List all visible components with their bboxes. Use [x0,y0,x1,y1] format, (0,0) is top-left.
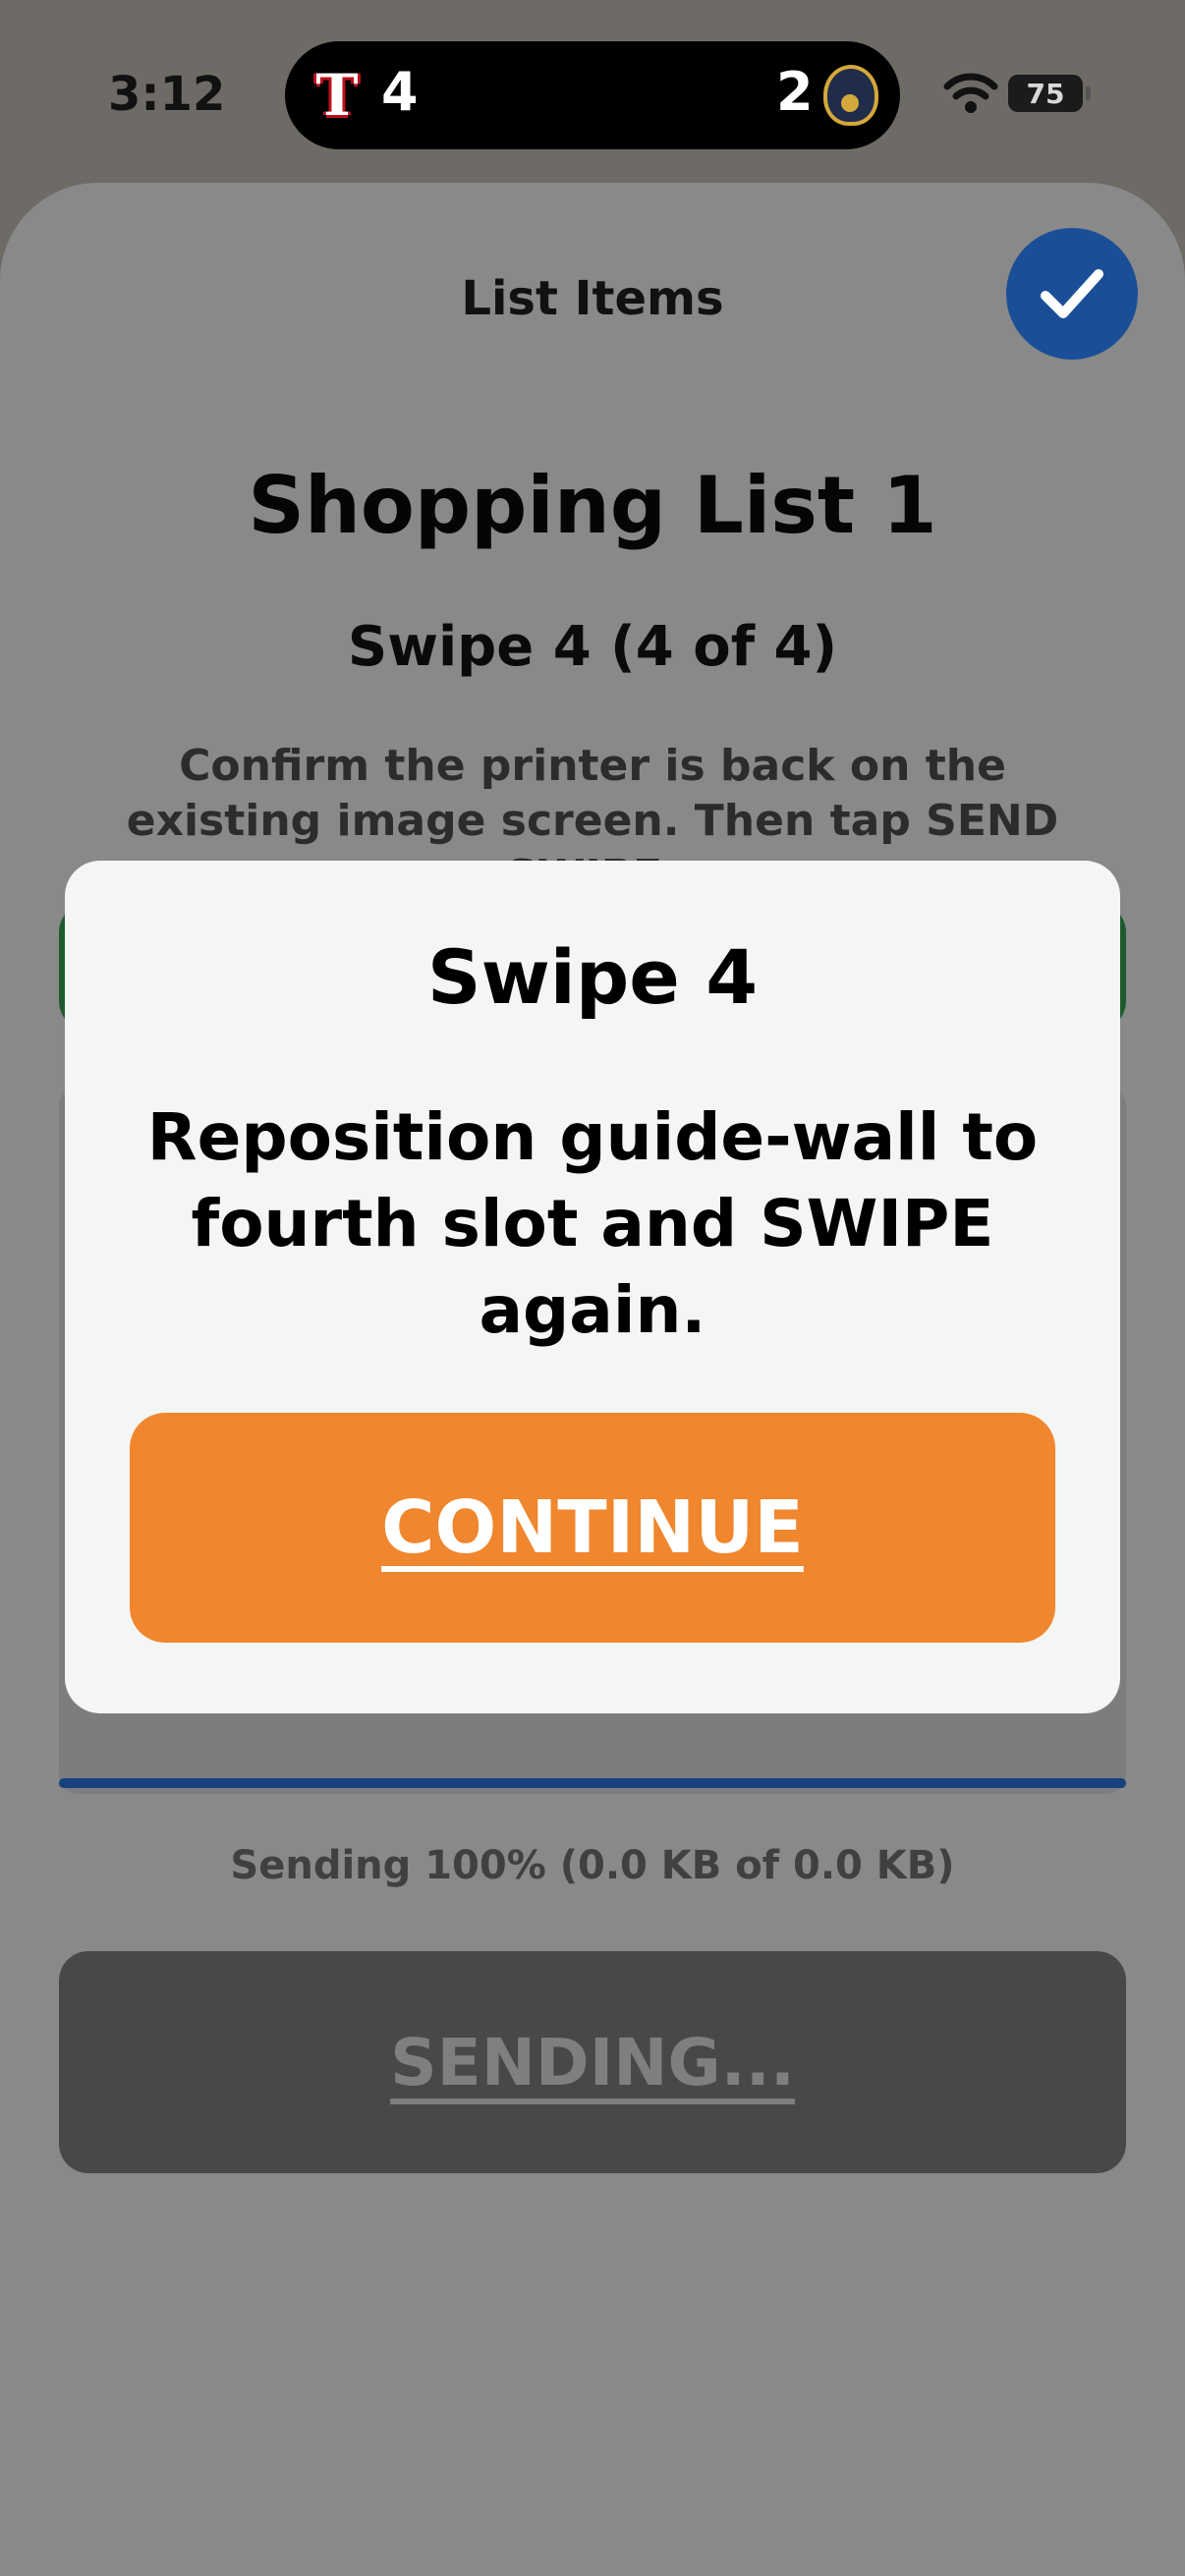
dialog-message: Reposition guide-wall to fourth slot and… [146,1099,1039,1348]
checkmark-icon [1041,269,1103,318]
away-score: 2 [776,61,814,123]
brewers-glove-logo-icon [823,65,878,126]
list-name: Shopping List 1 [248,460,937,551]
battery-indicator: 75 [1008,75,1091,112]
swipe-alert-dialog: Swipe 4 Reposition guide-wall to fourth … [65,861,1120,1713]
home-score: 4 [381,61,419,123]
sending-status: Sending 100% (0.0 KB of 0.0 KB) [230,1843,955,1888]
wifi-icon [943,73,998,113]
rangers-t-logo-icon: T [315,62,359,129]
dialog-title: Swipe 4 [426,933,759,1021]
progress-fill [59,1778,1126,1788]
continue-button[interactable]: CONTINUE [130,1413,1055,1643]
done-button[interactable] [1006,228,1138,360]
live-activity-scoreboard[interactable]: T 4 2 [285,41,900,149]
sending-button[interactable]: SENDING... [59,1951,1126,2173]
status-time: 3:12 [108,67,226,122]
swipe-step-label: Swipe 4 (4 of 4) [347,615,838,679]
progress-bar [59,1778,1126,1788]
